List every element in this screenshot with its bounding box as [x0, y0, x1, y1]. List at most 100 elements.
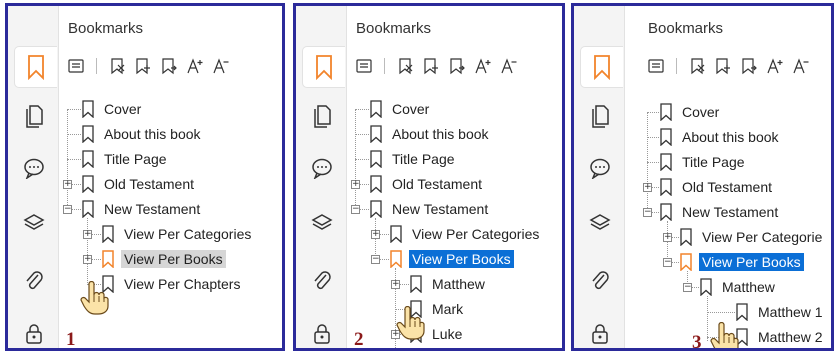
bookmark-label: About this book	[392, 126, 489, 142]
bookmarks-panel-step-2: Bookmarks Cover About this book Title Pa…	[293, 3, 565, 351]
list-item[interactable]: View Per Chapters	[101, 273, 243, 295]
bookmark-label: Luke	[432, 326, 463, 342]
list-item[interactable]: View Per Categorie	[679, 226, 825, 248]
list-item[interactable]: Cover	[369, 98, 432, 120]
bookmark-icon	[101, 250, 115, 268]
bookmark-label: Old Testament	[392, 176, 483, 192]
bookmark-icon	[369, 175, 383, 193]
bookmark-label: View Per Categories	[412, 226, 540, 242]
bookmark-icon	[81, 125, 95, 143]
bookmark-icon	[699, 278, 713, 296]
bookmark-icon	[101, 225, 115, 243]
collapse-toggle[interactable]: −	[663, 258, 672, 267]
bookmark-label: View Per Chapters	[124, 276, 241, 292]
bookmark-label: Mark	[432, 301, 464, 317]
expand-toggle[interactable]: +	[391, 280, 400, 289]
bookmark-icon	[81, 150, 95, 168]
list-item[interactable]: Title Page	[369, 148, 458, 170]
list-item[interactable]: Matthew	[699, 276, 778, 298]
bookmark-label: Old Testament	[682, 179, 773, 195]
list-item[interactable]: Old Testament	[81, 173, 197, 195]
bookmark-label: New Testament	[104, 201, 201, 217]
list-item[interactable]: New Testament	[81, 198, 203, 220]
expand-toggle[interactable]: +	[63, 180, 72, 189]
bookmark-tree: Cover About this book Title Page + Old T…	[296, 6, 562, 348]
bookmark-label: Title Page	[392, 151, 455, 167]
collapse-toggle[interactable]: −	[351, 205, 360, 214]
list-item[interactable]: Title Page	[659, 151, 748, 173]
list-item[interactable]: Old Testament	[659, 176, 775, 198]
bookmark-label: Matthew 2	[758, 329, 823, 345]
bookmark-label: View Per Books	[121, 250, 226, 268]
bookmark-icon	[659, 178, 673, 196]
bookmark-label: New Testament	[682, 204, 779, 220]
bookmark-icon	[389, 250, 403, 268]
bookmark-icon	[735, 303, 749, 321]
bookmark-tree: Cover About this book Title Page + Old T…	[8, 6, 282, 348]
bookmark-label: Matthew	[432, 276, 485, 292]
expand-toggle[interactable]: +	[371, 230, 380, 239]
expand-toggle[interactable]: +	[643, 183, 652, 192]
bookmark-icon	[369, 125, 383, 143]
list-item[interactable]: About this book	[659, 126, 782, 148]
collapse-toggle[interactable]: −	[63, 205, 72, 214]
list-item[interactable]: View Per Categories	[389, 223, 542, 245]
bookmark-icon	[369, 200, 383, 218]
collapse-toggle[interactable]: −	[371, 255, 380, 264]
bookmark-label: Matthew	[722, 279, 775, 295]
hand-cursor-icon	[710, 322, 740, 351]
collapse-toggle[interactable]: −	[683, 283, 692, 292]
expand-toggle[interactable]: +	[663, 233, 672, 242]
bookmark-label: Old Testament	[104, 176, 195, 192]
list-item[interactable]: Matthew	[409, 273, 488, 295]
bookmark-label: About this book	[682, 129, 779, 145]
list-item[interactable]: Matthew 2	[735, 326, 826, 348]
list-item[interactable]: Old Testament	[369, 173, 485, 195]
bookmark-label: View Per Books	[699, 253, 804, 271]
hand-cursor-icon	[80, 281, 110, 315]
hand-cursor-icon	[396, 306, 426, 340]
list-item[interactable]: Title Page	[81, 148, 170, 170]
bookmark-label: Cover	[392, 101, 430, 117]
bookmark-label: Cover	[104, 101, 142, 117]
list-item[interactable]: New Testament	[369, 198, 491, 220]
list-item[interactable]: View Per Books	[679, 251, 804, 273]
bookmark-icon	[679, 253, 693, 271]
expand-toggle[interactable]: +	[83, 230, 92, 239]
expand-toggle[interactable]: +	[351, 180, 360, 189]
list-item[interactable]: About this book	[81, 123, 204, 145]
bookmark-icon	[369, 150, 383, 168]
step-number: 3	[692, 332, 702, 351]
bookmark-icon	[81, 200, 95, 218]
list-item[interactable]: View Per Categories	[101, 223, 254, 245]
bookmark-icon	[679, 228, 693, 246]
bookmark-icon	[659, 128, 673, 146]
bookmark-icon	[659, 203, 673, 221]
step-number: 2	[354, 329, 364, 350]
bookmark-label: Title Page	[682, 154, 745, 170]
collapse-toggle[interactable]: −	[643, 208, 652, 217]
bookmark-icon	[389, 225, 403, 243]
bookmark-label: View Per Books	[409, 250, 514, 268]
bookmark-tree: Cover About this book Title Page + Old T…	[574, 6, 831, 348]
list-item[interactable]: Cover	[81, 98, 144, 120]
bookmark-icon	[81, 175, 95, 193]
list-item[interactable]: View Per Books	[389, 248, 514, 270]
list-item[interactable]: Cover	[659, 101, 722, 123]
bookmark-label: About this book	[104, 126, 201, 142]
bookmark-icon	[659, 153, 673, 171]
list-item[interactable]: About this book	[369, 123, 492, 145]
bookmark-label: View Per Categorie	[702, 229, 823, 245]
bookmark-icon	[659, 103, 673, 121]
bookmark-label: Matthew 1	[758, 304, 823, 320]
bookmarks-panel-step-1: Bookmarks Cover About this book Title Pa…	[5, 3, 285, 351]
bookmark-label: View Per Categories	[124, 226, 252, 242]
expand-toggle[interactable]: +	[83, 255, 92, 264]
list-item[interactable]: View Per Books	[101, 248, 226, 270]
list-item[interactable]: New Testament	[659, 201, 781, 223]
list-item[interactable]: Matthew 1	[735, 301, 826, 323]
bookmarks-panel-step-3: Bookmarks Cover About this book Title Pa…	[571, 3, 834, 351]
bookmark-icon	[369, 100, 383, 118]
bookmark-label: Cover	[682, 104, 720, 120]
bookmark-icon	[409, 275, 423, 293]
